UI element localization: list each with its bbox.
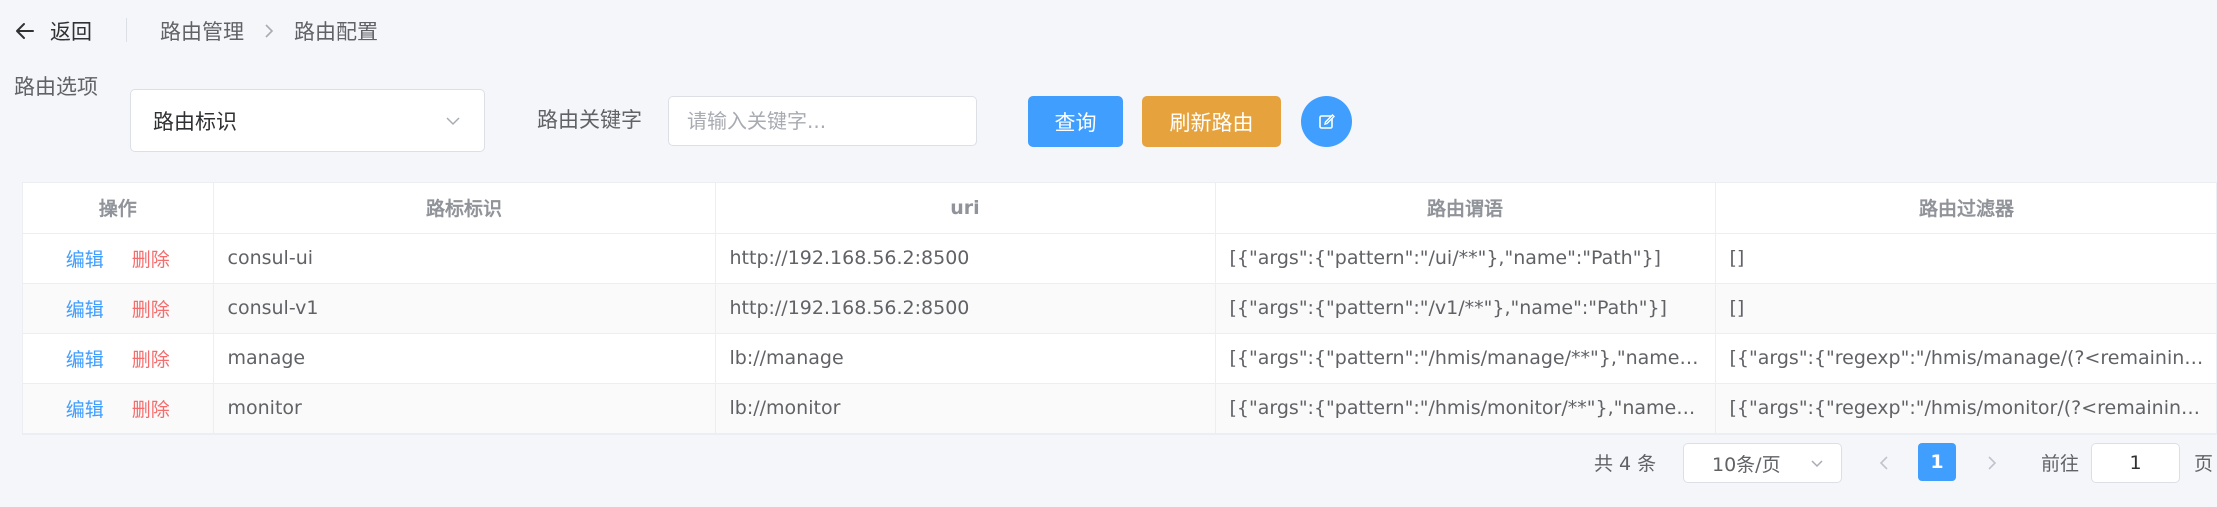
- cell-filters: []: [1715, 283, 2216, 334]
- edit-link[interactable]: 编辑: [66, 349, 104, 371]
- edit-circle-button[interactable]: [1301, 96, 1352, 147]
- route-option-select[interactable]: 路由标识: [130, 89, 485, 152]
- table-row: 编辑 删除 consul-v1 http://192.168.56.2:8500 …: [23, 283, 2216, 334]
- chevron-down-icon: [446, 117, 460, 126]
- back-button[interactable]: 返回: [14, 16, 92, 46]
- prev-page-icon[interactable]: [1874, 452, 1896, 474]
- page-suffix-label: 页: [2194, 453, 2214, 475]
- breadcrumb-item-route-management[interactable]: 路由管理: [160, 16, 244, 46]
- chevron-down-icon: [1811, 460, 1823, 468]
- cell-filters: [{"args":{"regexp":"/hmis/manage/(?<rema…: [1715, 333, 2216, 384]
- cell-predicates: [{"args":{"pattern":"/hmis/monitor/**"},…: [1215, 383, 1716, 434]
- table-row: 编辑 删除 consul-ui http://192.168.56.2:8500 …: [23, 233, 2216, 284]
- cell-uri: lb://monitor: [715, 383, 1216, 434]
- delete-link[interactable]: 删除: [132, 349, 170, 371]
- cell-filters: []: [1715, 233, 2216, 284]
- page-size-select[interactable]: 10条/页: [1683, 443, 1842, 483]
- query-button[interactable]: 查询: [1028, 96, 1123, 147]
- column-header-filters: 路由过滤器: [1715, 183, 2216, 234]
- breadcrumb-chevron-icon: [265, 24, 274, 38]
- edit-link[interactable]: 编辑: [66, 399, 104, 421]
- cell-route-id: monitor: [213, 383, 716, 434]
- back-label: 返回: [50, 20, 92, 44]
- row-actions: 编辑 删除: [23, 233, 214, 284]
- breadcrumb-item-route-config: 路由配置: [294, 20, 378, 44]
- route-option-label: 路由选项: [14, 75, 98, 99]
- table-row: 编辑 删除 manage lb://manage [{"args":{"patte…: [23, 333, 2216, 384]
- delete-link[interactable]: 删除: [132, 399, 170, 421]
- route-option-selected: 路由标识: [153, 109, 237, 134]
- edit-link[interactable]: 编辑: [66, 299, 104, 321]
- row-actions: 编辑 删除: [23, 383, 214, 434]
- next-page-icon[interactable]: [1980, 452, 2002, 474]
- delete-link[interactable]: 删除: [132, 249, 170, 271]
- back-arrow-icon: [16, 23, 34, 39]
- cell-route-id: consul-v1: [213, 283, 716, 334]
- column-header-uri: uri: [715, 183, 1216, 234]
- page-header: 返回 路由管理 路由配置: [0, 0, 2217, 62]
- cell-uri: http://192.168.56.2:8500: [715, 233, 1216, 284]
- column-header-actions: 操作: [23, 183, 214, 234]
- routes-table: 操作 路标标识 uri 路由谓语 路由过滤器 编辑 删除 consul-ui ht…: [22, 182, 2217, 435]
- cell-predicates: [{"args":{"pattern":"/ui/**"},"name":"Pa…: [1215, 233, 1716, 284]
- refresh-routes-button[interactable]: 刷新路由: [1142, 96, 1281, 147]
- column-header-predicates: 路由谓语: [1215, 183, 1716, 234]
- header-divider: [126, 18, 127, 42]
- cell-filters: [{"args":{"regexp":"/hmis/monitor/(?<rem…: [1715, 383, 2216, 434]
- cell-predicates: [{"args":{"pattern":"/v1/**"},"name":"Pa…: [1215, 283, 1716, 334]
- breadcrumb: 路由管理 路由配置: [160, 16, 378, 46]
- row-actions: 编辑 删除: [23, 333, 214, 384]
- cell-route-id: consul-ui: [213, 233, 716, 284]
- cell-uri: http://192.168.56.2:8500: [715, 283, 1216, 334]
- table-row: 编辑 删除 monitor lb://monitor [{"args":{"pat…: [23, 383, 2216, 434]
- route-keyword-label: 路由关键字: [537, 108, 642, 132]
- cell-route-id: manage: [213, 333, 716, 384]
- page-size-value: 10条/页: [1712, 453, 1781, 476]
- route-keyword-input[interactable]: [668, 96, 977, 146]
- table-header-row: 操作 路标标识 uri 路由谓语 路由过滤器: [23, 183, 2216, 234]
- edit-link[interactable]: 编辑: [66, 249, 104, 271]
- goto-page-input[interactable]: [2091, 443, 2180, 483]
- row-actions: 编辑 删除: [23, 283, 214, 334]
- pagination-total: 共 4 条: [1594, 453, 1657, 475]
- edit-icon: [1318, 113, 1335, 129]
- goto-label: 前往: [2041, 453, 2080, 475]
- column-header-route-id: 路标标识: [213, 183, 716, 234]
- cell-uri: lb://manage: [715, 333, 1216, 384]
- delete-link[interactable]: 删除: [132, 299, 170, 321]
- cell-predicates: [{"args":{"pattern":"/hmis/manage/**"},"…: [1215, 333, 1716, 384]
- page-number-current[interactable]: 1: [1918, 443, 1956, 481]
